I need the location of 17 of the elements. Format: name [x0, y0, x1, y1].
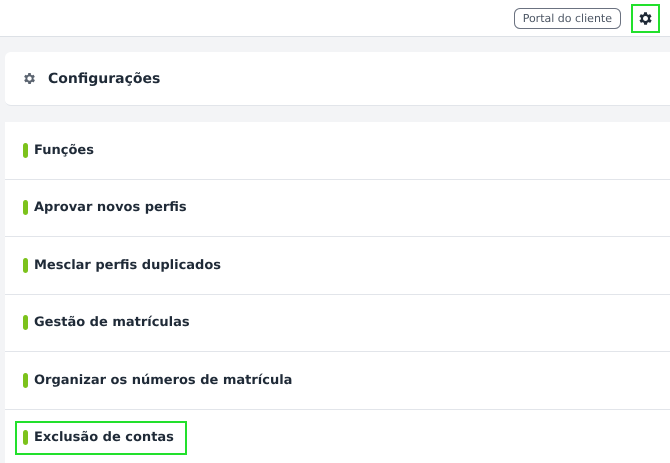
- status-bar-icon: [23, 430, 28, 446]
- settings-icon: [22, 71, 37, 86]
- settings-item[interactable]: Mesclar perfis duplicados: [15, 248, 230, 282]
- status-bar-icon: [23, 200, 28, 216]
- status-bar-icon: [23, 142, 28, 158]
- settings-button[interactable]: [631, 4, 660, 32]
- settings-item[interactable]: Gestão de matrículas: [15, 306, 198, 340]
- portal-button[interactable]: Portal do cliente: [514, 8, 621, 28]
- settings-item[interactable]: Aprovar novos perfis: [15, 190, 195, 225]
- settings-item[interactable]: Funções: [15, 133, 187, 168]
- settings-item[interactable]: Organizar os números de matrícula: [15, 363, 300, 398]
- settings-item[interactable]: Exclusão de contas: [15, 420, 187, 455]
- status-bar-icon: [23, 315, 28, 330]
- card-title: Configurações: [48, 70, 160, 86]
- settings-icon: [637, 10, 654, 26]
- status-bar-icon: [23, 258, 28, 273]
- status-bar-icon: [23, 372, 28, 388]
